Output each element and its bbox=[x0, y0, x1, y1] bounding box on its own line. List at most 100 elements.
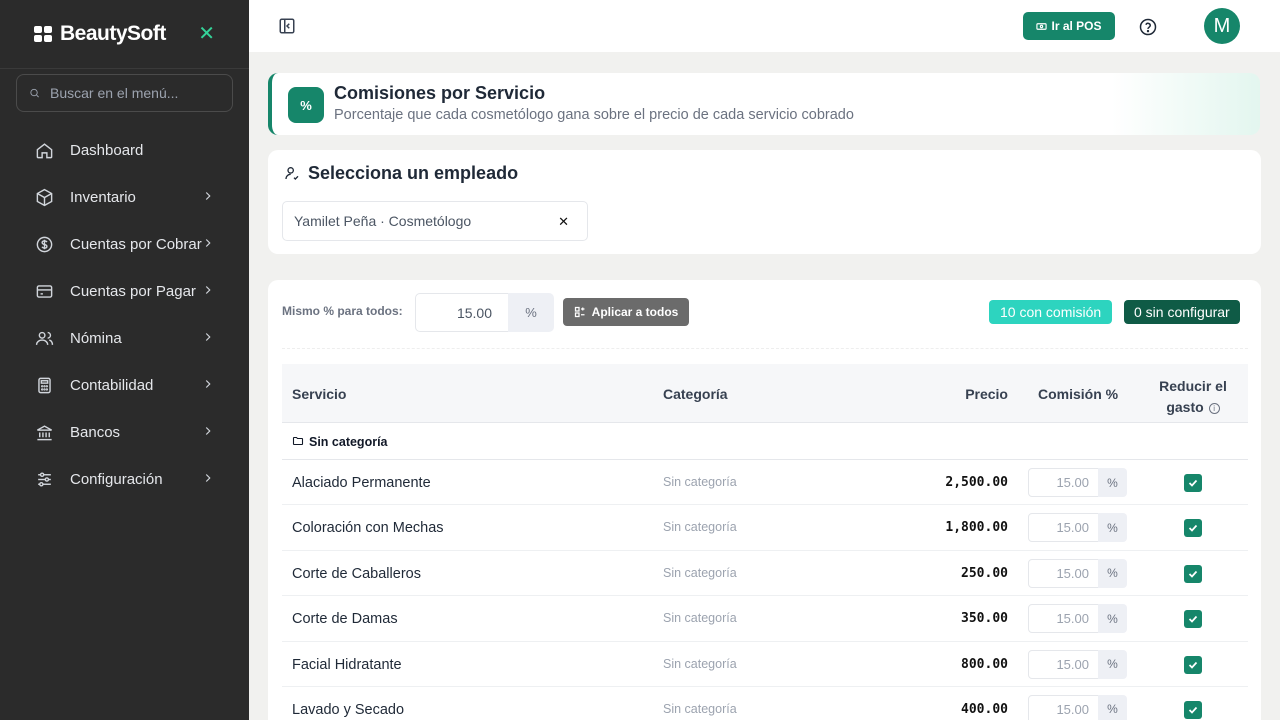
service-price: 1,800.00 bbox=[945, 520, 1008, 536]
column-header-price[interactable]: Precio bbox=[965, 386, 1008, 402]
reduce-expense-checkbox[interactable] bbox=[1184, 519, 1202, 538]
chevron-right-icon bbox=[205, 192, 211, 200]
sidebar-item-dashboard[interactable]: Dashboard bbox=[0, 127, 249, 174]
sidebar-item-cuentas-por-pagar[interactable]: Cuentas por Pagar bbox=[0, 268, 249, 315]
apply-icon bbox=[574, 306, 585, 318]
percent-unit: % bbox=[1098, 468, 1127, 497]
service-price: 350.00 bbox=[961, 611, 1008, 627]
close-sidebar-icon[interactable]: ✕ bbox=[198, 22, 215, 46]
service-category: Sin categoría bbox=[663, 520, 737, 535]
percent-unit: % bbox=[1098, 604, 1127, 634]
unconfigured-count-badge: 0 sin configurar bbox=[1124, 300, 1240, 324]
sidebar-item-cuentas-por-cobrar[interactable]: Cuentas por Cobrar bbox=[0, 221, 249, 268]
table-row: Corte de Damas Sin categoría 350.00 % bbox=[282, 596, 1248, 642]
home-icon bbox=[34, 141, 54, 161]
sidebar-item-label: Configuración bbox=[70, 471, 163, 488]
column-header-service[interactable]: Servicio bbox=[292, 386, 346, 402]
menu-search[interactable] bbox=[16, 74, 233, 112]
sidebar-header: BeautySoft ✕ bbox=[0, 0, 249, 69]
sidebar-item-label: Dashboard bbox=[70, 142, 144, 159]
sidebar-item-configuracion[interactable]: Configuración bbox=[0, 456, 249, 503]
check-icon bbox=[1188, 661, 1198, 669]
service-price: 800.00 bbox=[961, 656, 1008, 672]
sidebar-item-contabilidad[interactable]: Contabilidad bbox=[0, 362, 249, 409]
bulk-percent-input[interactable] bbox=[415, 293, 509, 332]
sidebar-item-label: Nómina bbox=[70, 330, 122, 347]
chevron-right-icon bbox=[205, 474, 211, 482]
commission-input[interactable] bbox=[1028, 468, 1099, 497]
user-icon bbox=[284, 165, 300, 186]
check-icon bbox=[1188, 706, 1198, 714]
go-to-pos-button[interactable]: Ir al POS bbox=[1023, 12, 1115, 40]
chevron-right-icon bbox=[205, 333, 211, 341]
sidebar-item-inventario[interactable]: Inventario bbox=[0, 174, 249, 221]
commission-input[interactable] bbox=[1028, 513, 1099, 543]
sidebar-toggle-icon[interactable] bbox=[278, 17, 296, 40]
apply-to-all-button[interactable]: Aplicar a todos bbox=[563, 298, 689, 326]
go-to-pos-label: Ir al POS bbox=[1051, 19, 1102, 33]
commission-input[interactable] bbox=[1028, 604, 1099, 634]
commission-input[interactable] bbox=[1028, 558, 1099, 588]
service-category: Sin categoría bbox=[663, 656, 737, 671]
column-header-category[interactable]: Categoría bbox=[663, 386, 728, 402]
sidebar-nav: Dashboard Inventario Cuentas por Cobrar … bbox=[0, 127, 249, 503]
dollar-circle-icon bbox=[34, 235, 54, 255]
cash-icon bbox=[1036, 22, 1048, 30]
sidebar-item-label: Contabilidad bbox=[70, 377, 154, 394]
page-title: Comisiones por Servicio bbox=[334, 83, 546, 103]
avatar[interactable]: M bbox=[1204, 8, 1240, 44]
category-group-row: Sin categoría bbox=[282, 424, 1248, 460]
bulk-percent-label: Mismo % para todos: bbox=[282, 304, 403, 318]
employee-card: Selecciona un empleado Yamilet Peña · Co… bbox=[268, 150, 1261, 254]
chevron-right-icon bbox=[205, 427, 211, 435]
sidebar-item-label: Cuentas por Cobrar bbox=[70, 236, 202, 253]
percent-unit: % bbox=[1098, 558, 1127, 588]
service-category: Sin categoría bbox=[663, 611, 737, 626]
reduce-expense-checkbox[interactable] bbox=[1184, 610, 1202, 629]
percent-unit: % bbox=[1098, 513, 1127, 543]
calculator-icon bbox=[34, 376, 54, 396]
reduce-expense-checkbox[interactable] bbox=[1184, 700, 1202, 719]
menu-search-input[interactable] bbox=[50, 85, 220, 101]
apply-to-all-label: Aplicar a todos bbox=[591, 305, 679, 319]
commission-input[interactable] bbox=[1028, 694, 1099, 720]
commission-input[interactable] bbox=[1028, 649, 1099, 679]
service-category: Sin categoría bbox=[663, 701, 737, 716]
users-icon bbox=[34, 329, 54, 349]
info-icon[interactable]: i bbox=[1208, 403, 1220, 414]
check-icon bbox=[1188, 525, 1198, 533]
employee-select[interactable]: Yamilet Peña · Cosmetólogo ✕ bbox=[282, 201, 588, 241]
chevron-right-icon bbox=[205, 286, 211, 294]
table-row: Coloración con Mechas Sin categoría 1,80… bbox=[282, 505, 1248, 551]
reduce-expense-checkbox[interactable] bbox=[1184, 655, 1202, 674]
table-header: Servicio Categoría Precio Comisión % Red… bbox=[282, 364, 1248, 423]
category-group-label: Sin categoría bbox=[309, 435, 388, 449]
bank-icon bbox=[34, 423, 54, 443]
service-name: Coloración con Mechas bbox=[292, 520, 444, 537]
column-header-commission[interactable]: Comisión % bbox=[1038, 386, 1118, 402]
sidebar-item-label: Bancos bbox=[70, 424, 121, 441]
check-icon bbox=[1188, 616, 1198, 623]
percent-unit: % bbox=[1098, 694, 1127, 720]
configured-count-badge: 10 con comisión bbox=[989, 300, 1113, 324]
service-name: Lavado y Secado bbox=[292, 701, 405, 718]
search-icon bbox=[30, 88, 39, 98]
table-row: Corte de Caballeros Sin categoría 250.00… bbox=[282, 551, 1248, 597]
reduce-expense-checkbox[interactable] bbox=[1184, 474, 1202, 492]
sidebar-item-label: Cuentas por Pagar bbox=[70, 283, 196, 300]
employee-selected-value: Yamilet Peña · Cosmetólogo bbox=[294, 213, 472, 229]
reduce-expense-checkbox[interactable] bbox=[1184, 564, 1202, 583]
sidebar-item-nomina[interactable]: Nómina bbox=[0, 315, 249, 362]
percent-unit: % bbox=[1098, 649, 1127, 679]
service-price: 2,500.00 bbox=[945, 475, 1008, 490]
table-row: Lavado y Secado Sin categoría 400.00 % bbox=[282, 687, 1248, 720]
sidebar-item-bancos[interactable]: Bancos bbox=[0, 409, 249, 456]
clear-selection-icon[interactable]: ✕ bbox=[558, 214, 569, 230]
sliders-icon bbox=[34, 470, 54, 490]
commissions-table-card: Mismo % para todos: % Aplicar a todos 10… bbox=[268, 280, 1261, 720]
help-icon[interactable] bbox=[1139, 18, 1157, 36]
service-name: Corte de Damas bbox=[292, 611, 398, 628]
page-subtitle: Porcentaje que cada cosmetólogo gana sob… bbox=[334, 107, 854, 123]
service-price: 250.00 bbox=[961, 565, 1008, 581]
sidebar: BeautySoft ✕ Dashboard Inventario Cuenta… bbox=[0, 0, 249, 720]
